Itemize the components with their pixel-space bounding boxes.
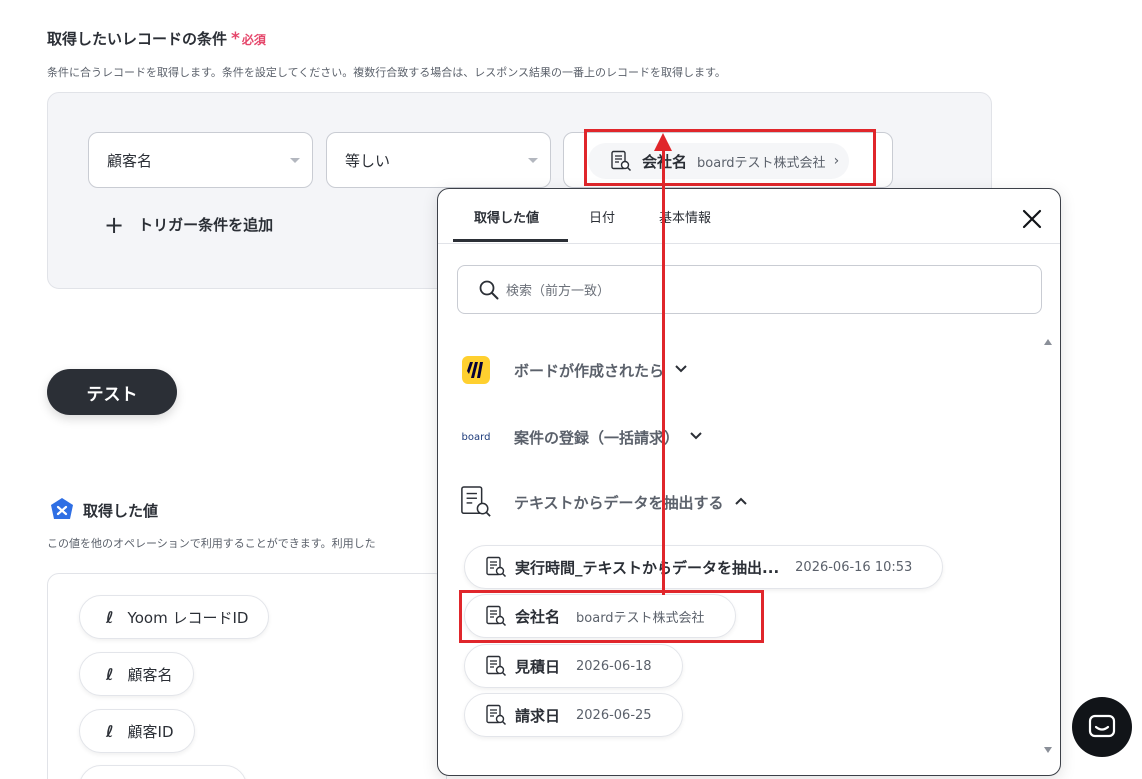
group-board-created[interactable]: ボードが作成されたら [460,354,688,386]
close-icon[interactable] [1021,208,1043,230]
tab-date[interactable]: 日付 [589,207,615,226]
group-case-registration[interactable]: board 案件の登録（一括請求） [460,421,703,453]
active-tab-indicator [453,239,568,242]
acquired-description: この値を他のオペレーションで利用することができます。利用した [47,537,376,550]
chevron-down-icon [689,430,703,445]
annotation-arrow-head [654,133,672,151]
operator-select-value: 等しい [345,151,391,170]
value-item-execution-time[interactable]: 実行時間_テキストからデータを抽出... 2026-06-16 10:53 [464,545,944,589]
caret-down-icon [528,158,538,163]
caret-down-icon [290,158,300,163]
search-placeholder: 検索（前方一致） [506,284,611,299]
tab-acquired-values[interactable]: 取得した値 [474,207,539,226]
document-search-icon [486,655,507,677]
variable-icon: ℓ [106,607,114,627]
operator-select[interactable]: 等しい [326,132,551,188]
required-label: 必須 [241,33,266,47]
acquired-title-text: 取得した値 [83,501,159,520]
section-description: 条件に合うレコードを取得します。条件を設定してください。複数行合致する場合は、レ… [47,66,726,79]
group-label: 案件の登録（一括請求） [514,428,680,447]
acquired-value-label: 顧客ID [127,722,174,741]
chat-icon [1088,714,1116,738]
search-input[interactable]: 検索（前方一致） [457,265,1042,314]
scroll-up-arrow[interactable] [1044,339,1052,345]
acquired-value-item-partial[interactable] [79,765,247,779]
value-item-estimate-date[interactable]: 見積日 2026-06-18 [464,644,683,688]
value-item-value: 2026-06-16 10:53 [795,559,913,575]
chat-support-button[interactable] [1072,697,1132,757]
acquired-value-item[interactable]: ℓ Yoom レコードID [79,595,270,639]
field-select[interactable]: 顧客名 [88,132,313,188]
section-title-text: 取得したいレコードの条件 [47,30,228,48]
board-logo-text: board [461,431,491,443]
variable-icon: ℓ [106,721,114,741]
document-search-icon [486,556,507,578]
group-text-extraction[interactable]: テキストからデータを抽出する [460,486,748,518]
yoom-badge-icon [51,498,73,519]
variable-icon: ℓ [106,664,114,684]
chevron-down-icon [674,363,688,378]
plus-icon: + [104,210,125,239]
test-button[interactable]: テスト [47,369,177,415]
item-highlight-box [459,590,764,643]
acquired-value-item[interactable]: ℓ 顧客名 [79,652,194,696]
document-search-icon [486,704,507,726]
acquired-values-title: 取得した値 [49,497,158,523]
group-label: テキストからデータを抽出する [514,493,724,512]
chip-highlight-box [584,129,876,186]
group-label: ボードが作成されたら [514,361,665,380]
required-star: * [231,29,240,49]
tab-basic-info[interactable]: 基本情報 [659,207,711,226]
scroll-down-arrow[interactable] [1044,747,1052,753]
tab-divider [438,243,1060,244]
value-item-label: 実行時間_テキストからデータを抽出... [515,558,780,577]
annotation-arrow-line [662,150,665,595]
miro-logo [460,354,492,386]
value-item-label: 見積日 [515,657,561,676]
value-item-label: 請求日 [515,706,561,725]
value-item-value: 2026-06-18 [576,658,652,674]
add-trigger-button[interactable]: + トリガー条件を追加 [104,210,274,239]
acquired-value-label: Yoom レコードID [127,608,249,627]
board-logo: board [460,421,492,453]
add-trigger-label: トリガー条件を追加 [138,216,274,234]
value-item-invoice-date[interactable]: 請求日 2026-06-25 [464,693,683,737]
value-item-value: 2026-06-25 [576,707,652,723]
field-select-value: 顧客名 [107,151,153,170]
section-title: 取得したいレコードの条件 * 必須 [47,28,266,49]
acquired-value-item[interactable]: ℓ 顧客ID [79,709,195,753]
search-icon [479,280,499,299]
chevron-up-icon [734,495,748,510]
acquired-value-label: 顧客名 [127,665,173,684]
document-search-icon [460,486,492,518]
value-picker-popup: 取得した値 日付 基本情報 検索（前方一致） ボードが作成されたら board [437,188,1061,776]
